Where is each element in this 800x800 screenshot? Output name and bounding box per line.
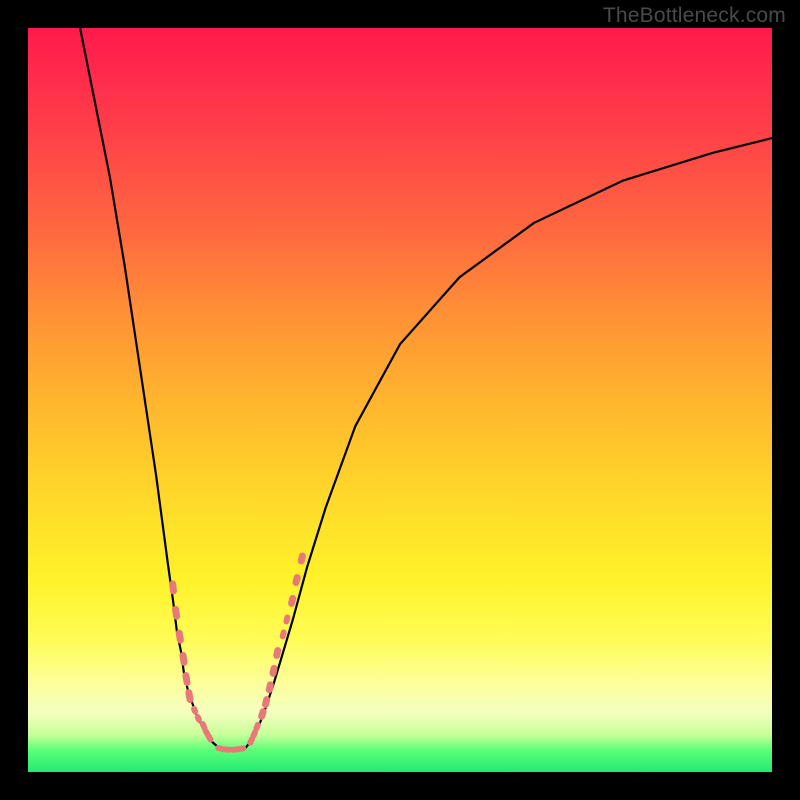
curve-layer: [28, 28, 772, 772]
bead-marker: [182, 672, 191, 687]
bead-marker: [287, 594, 296, 607]
bead-marker: [283, 614, 291, 625]
plot-area: [28, 28, 772, 772]
bead-marker: [175, 629, 184, 644]
bead-marker: [169, 580, 178, 595]
bead-marker: [297, 552, 307, 565]
watermark-text: TheBottleneck.com: [603, 4, 786, 28]
bead-marker: [179, 651, 188, 666]
chart-frame: TheBottleneck.com: [0, 0, 800, 800]
bead-marker: [279, 629, 287, 640]
bead-marker: [190, 705, 199, 716]
bead-markers: [169, 552, 307, 753]
bottleneck-curve: [80, 28, 772, 750]
bead-marker: [172, 605, 181, 620]
bead-marker: [185, 689, 194, 704]
bead-marker: [292, 573, 302, 586]
